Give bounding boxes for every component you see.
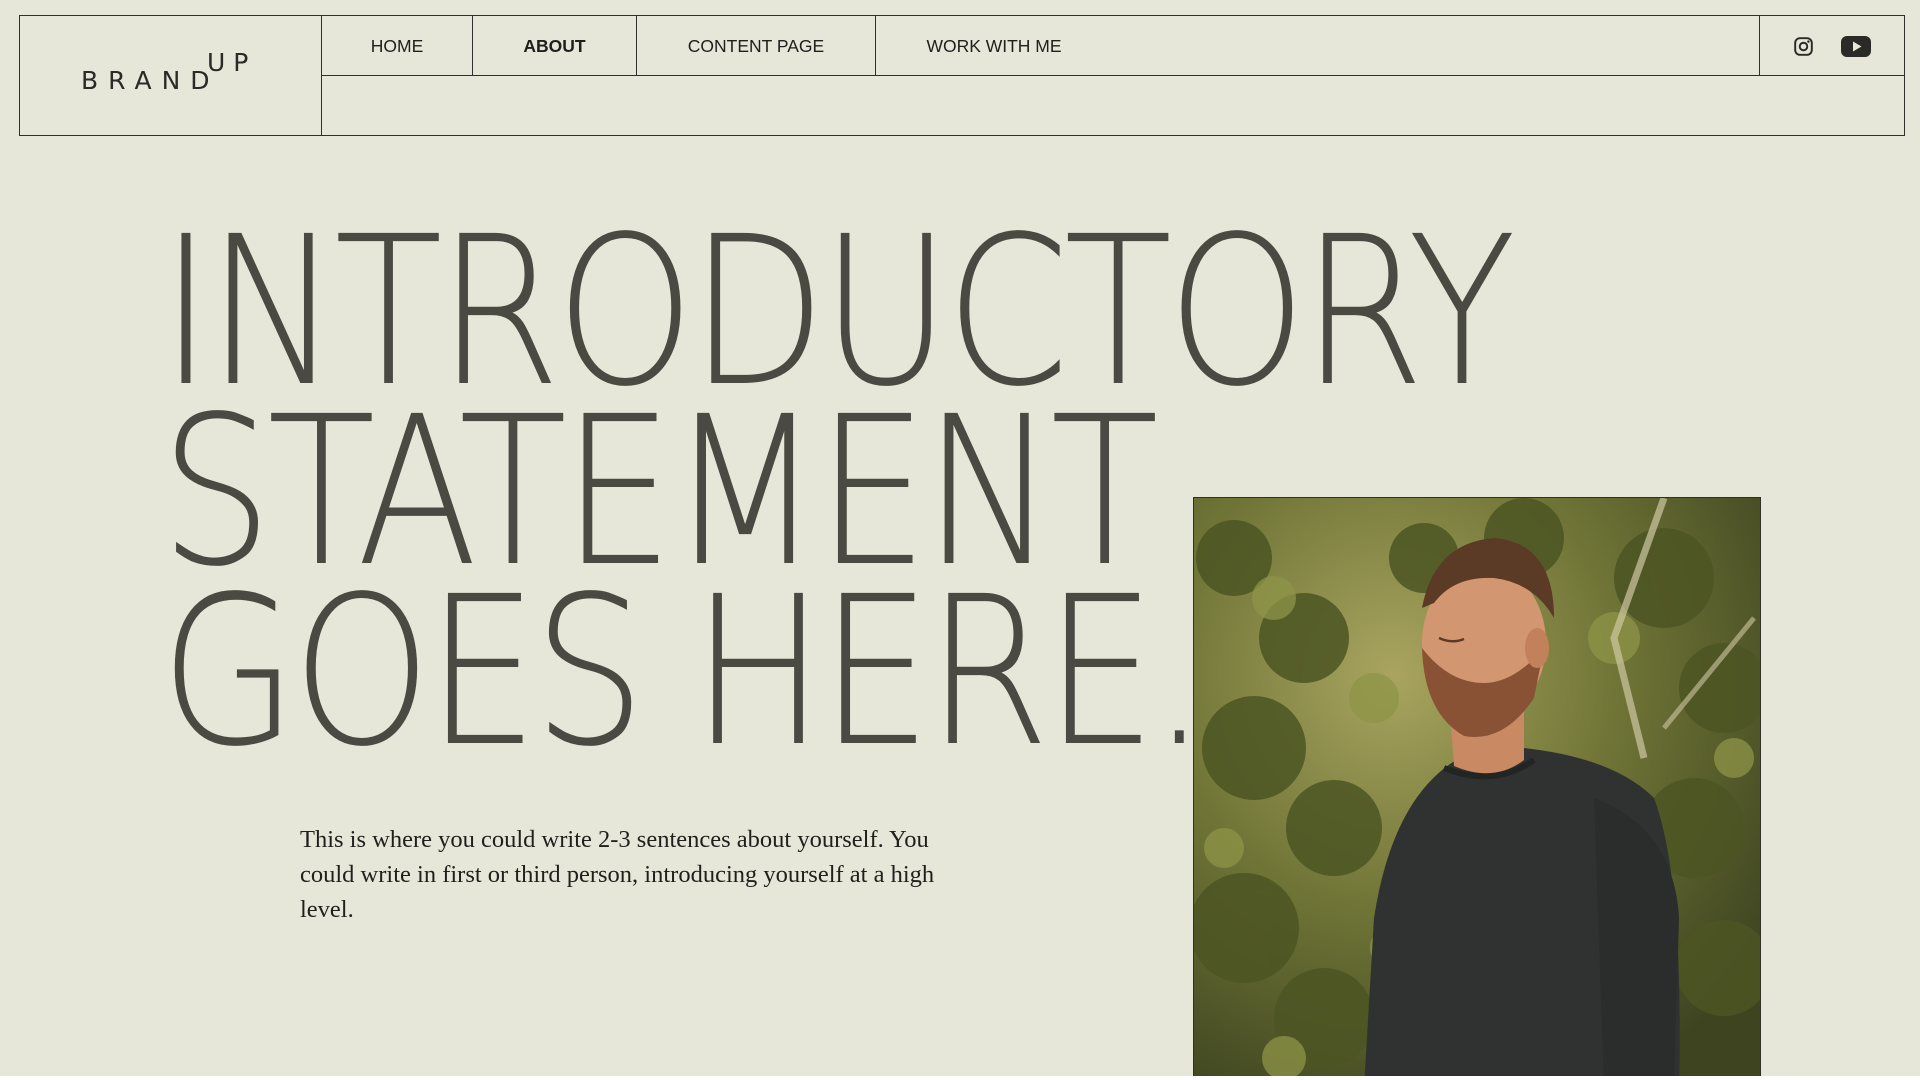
social-links [1759,16,1904,76]
portrait-illustration [1194,498,1760,1076]
nav-item-about[interactable]: ABOUT [473,16,637,76]
logo-superscript: UP [207,48,257,77]
nav-item-home[interactable]: HOME [322,16,473,76]
nav-item-content-page[interactable]: CONTENT PAGE [637,16,876,76]
instagram-icon[interactable] [1789,16,1817,76]
main-nav: HOME ABOUT CONTENT PAGE WORK WITH ME [322,16,1904,76]
logo[interactable]: BRAND UP [20,16,322,135]
logo-wordmark: BRAND [81,66,220,95]
intro-paragraph: This is where you could write 2-3 senten… [300,826,935,923]
portrait-photo [1193,497,1761,1076]
youtube-icon[interactable] [1840,16,1872,76]
nav-item-work-with-me[interactable]: WORK WITH ME [876,16,1112,76]
site-header: BRAND UP HOME ABOUT CONTENT PAGE WORK WI… [19,15,1905,136]
page: BRAND UP HOME ABOUT CONTENT PAGE WORK WI… [0,0,1920,1076]
